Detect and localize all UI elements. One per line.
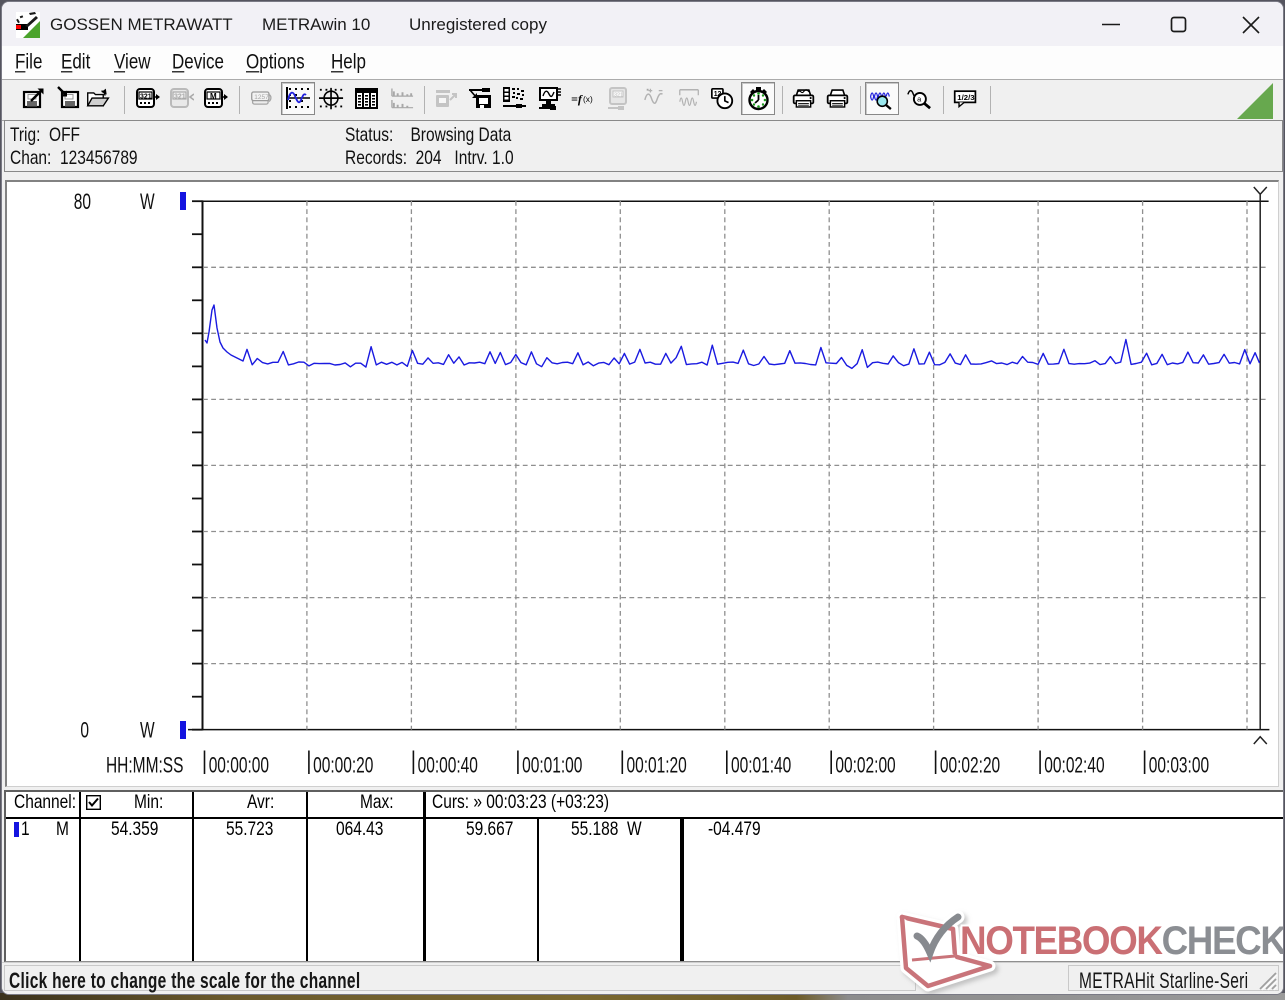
- svg-text:80: 80: [74, 190, 91, 214]
- svg-text:HH:MM:SS: HH:MM:SS: [106, 754, 183, 778]
- svg-text:00:00:20: 00:00:20: [313, 754, 373, 778]
- svg-text:00:00:40: 00:00:40: [418, 754, 478, 778]
- svg-text:00:02:00: 00:02:00: [835, 754, 895, 778]
- svg-text:0: 0: [80, 719, 89, 743]
- svg-text:00:02:40: 00:02:40: [1044, 754, 1104, 778]
- svg-text:W: W: [140, 719, 155, 743]
- svg-text:00:01:40: 00:01:40: [731, 754, 791, 778]
- svg-text:00:01:20: 00:01:20: [627, 754, 687, 778]
- svg-text:00:01:00: 00:01:00: [522, 754, 582, 778]
- svg-text:00:03:00: 00:03:00: [1149, 754, 1209, 778]
- svg-text:W: W: [140, 190, 155, 214]
- svg-text:00:02:20: 00:02:20: [940, 754, 1000, 778]
- svg-text:00:00:00: 00:00:00: [209, 754, 269, 778]
